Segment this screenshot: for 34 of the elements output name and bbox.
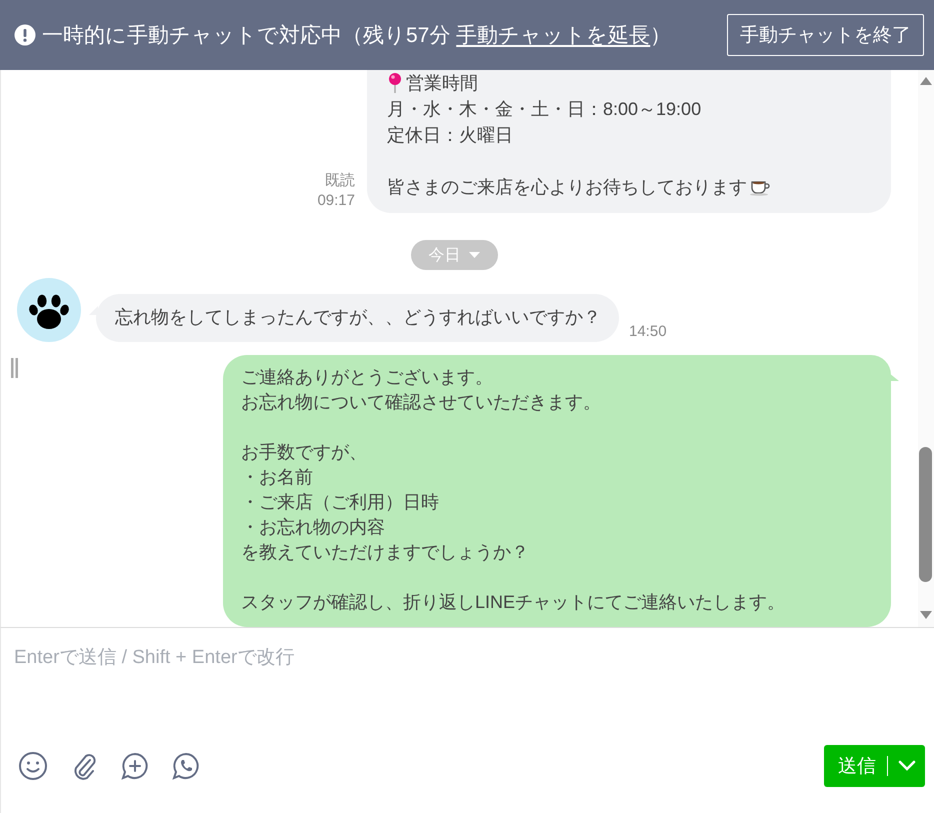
message-text: お手数ですが、 (241, 441, 367, 464)
scrollbar[interactable] (918, 70, 934, 627)
message-text: お忘れ物について確認させていただきます。 (241, 391, 601, 414)
message-text: 月・水・木・金・土・日：8:00～19:00 (387, 98, 702, 121)
resize-handle-icon[interactable] (11, 358, 18, 378)
message-text: を教えていただけますでしょうか？ (241, 541, 529, 564)
message-text: スタッフが確認し、折り返しLINEチャットにてご連絡いたします。 (241, 591, 786, 614)
message-time: 09:17 (317, 191, 355, 211)
pin-icon (387, 72, 403, 94)
send-options-button[interactable] (888, 745, 925, 787)
message-text: 営業時間 (406, 72, 478, 95)
message-text: 忘れ物をしてしまったんですが、、どうすればいいですか？ (115, 306, 601, 329)
scroll-up-icon[interactable] (919, 76, 933, 86)
scroll-down-icon[interactable] (919, 610, 933, 620)
chevron-down-icon (898, 760, 916, 772)
caret-icon (468, 252, 480, 258)
message-time: 14:50 (629, 323, 667, 342)
extend-link[interactable]: 手動チャットを延長 (456, 24, 650, 47)
message-text: ・お忘れ物の内容 (241, 516, 385, 539)
read-receipt: 既読 (325, 171, 355, 191)
message-text: 定休日：火曜日 (387, 124, 513, 147)
add-chat-icon[interactable] (120, 751, 150, 781)
alert-icon (14, 24, 36, 46)
send-button[interactable]: 送信 (824, 745, 888, 787)
emoji-icon[interactable] (18, 751, 48, 781)
message-text: ・お名前 (241, 466, 313, 489)
message-text: 皆さまのご来店を心よりお待ちしております (387, 176, 747, 199)
status-text: 一時的に手動チャットで対応中（残り57分 手動チャットを延長） (42, 23, 672, 49)
message-text: ご連絡ありがとうございます。 (241, 366, 493, 389)
scrollbar-thumb[interactable] (919, 447, 932, 582)
message-text: ・ご来店（ご利用）日時 (241, 491, 439, 514)
call-chat-icon[interactable] (171, 751, 201, 781)
end-manual-chat-button[interactable]: 手動チャットを終了 (727, 14, 924, 56)
paw-avatar-icon (17, 278, 81, 342)
